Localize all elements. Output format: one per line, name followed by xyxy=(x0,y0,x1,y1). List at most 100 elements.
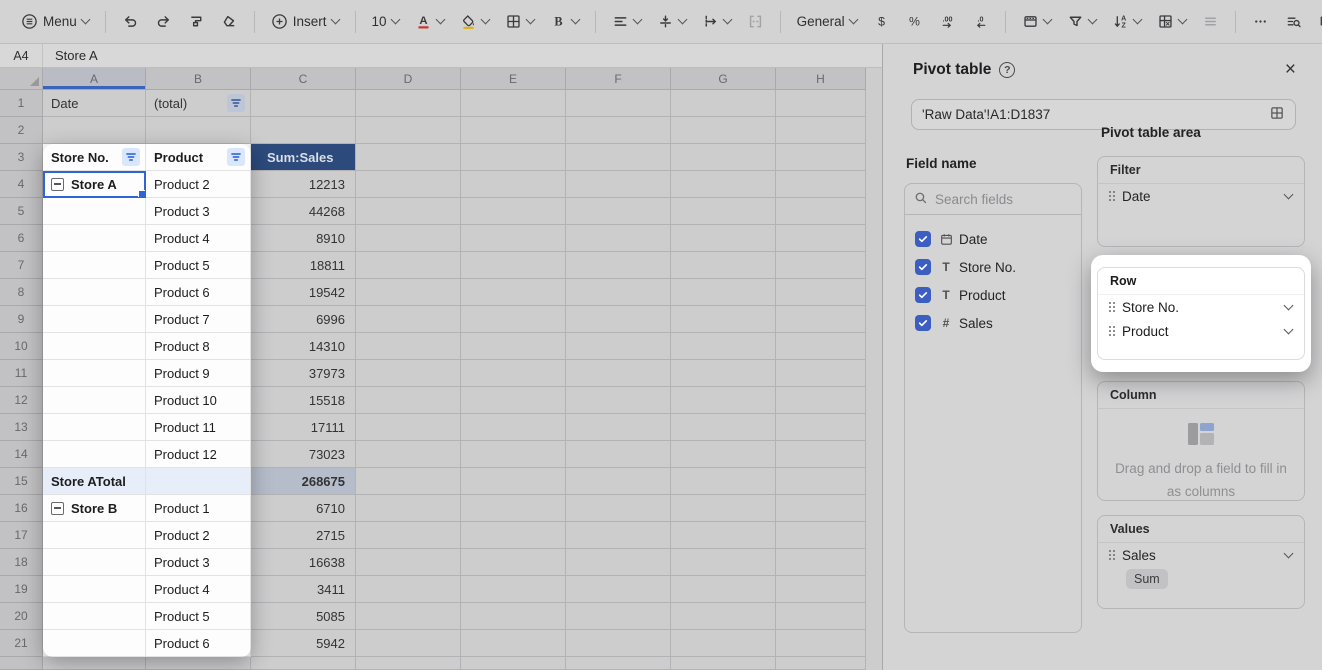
cell-B17[interactable]: Product 2 xyxy=(146,522,251,549)
row-header-9[interactable]: 9 xyxy=(0,306,43,333)
drag-handle-icon[interactable] xyxy=(1108,190,1116,202)
row-header-14[interactable]: 14 xyxy=(0,441,43,468)
cell-B1[interactable]: (total) xyxy=(146,90,251,117)
horizontal-align-button[interactable] xyxy=(605,8,648,35)
row-header-10[interactable]: 10 xyxy=(0,333,43,360)
cell-D3[interactable] xyxy=(356,144,461,171)
cell-D7[interactable] xyxy=(356,252,461,279)
cell-C4[interactable]: 12213 xyxy=(251,171,356,198)
field-item-store-no-[interactable]: TStore No. xyxy=(915,253,1071,281)
row-header-13[interactable]: 13 xyxy=(0,414,43,441)
cell-H10[interactable] xyxy=(776,333,866,360)
cell-F17[interactable] xyxy=(566,522,671,549)
cell-B10[interactable]: Product 8 xyxy=(146,333,251,360)
cell-B9[interactable]: Product 7 xyxy=(146,306,251,333)
cell-F11[interactable] xyxy=(566,360,671,387)
cell-A20[interactable] xyxy=(43,603,146,630)
formula-input[interactable]: Store A xyxy=(43,44,98,67)
cell-G16[interactable] xyxy=(671,495,776,522)
column-header-G[interactable]: G xyxy=(671,68,776,90)
cell-B6[interactable]: Product 4 xyxy=(146,225,251,252)
cell-E8[interactable] xyxy=(461,279,566,306)
cell-F16[interactable] xyxy=(566,495,671,522)
cell-F6[interactable] xyxy=(566,225,671,252)
cell-H2[interactable] xyxy=(776,117,866,144)
cell-B14[interactable]: Product 12 xyxy=(146,441,251,468)
cell-C1[interactable] xyxy=(251,90,356,117)
cell-C14[interactable]: 73023 xyxy=(251,441,356,468)
checkbox-checked-icon[interactable] xyxy=(915,315,931,331)
cell-D21[interactable] xyxy=(356,630,461,657)
cell-G2[interactable] xyxy=(671,117,776,144)
cell-D11[interactable] xyxy=(356,360,461,387)
cell-E13[interactable] xyxy=(461,414,566,441)
select-all-corner[interactable] xyxy=(0,68,43,90)
cell-H16[interactable] xyxy=(776,495,866,522)
cell-E9[interactable] xyxy=(461,306,566,333)
cell-A10[interactable] xyxy=(43,333,146,360)
comment-button[interactable] xyxy=(1311,8,1322,35)
find-replace-button[interactable] xyxy=(1278,8,1309,35)
cell-Ex[interactable] xyxy=(461,657,566,670)
cell-E12[interactable] xyxy=(461,387,566,414)
column-header-B[interactable]: B xyxy=(146,68,251,90)
cell-A4[interactable]: Store A xyxy=(43,171,146,198)
cell-B19[interactable]: Product 4 xyxy=(146,576,251,603)
cell-F20[interactable] xyxy=(566,603,671,630)
cell-B20[interactable]: Product 5 xyxy=(146,603,251,630)
row-header-2[interactable]: 2 xyxy=(0,117,43,144)
cell-B11[interactable]: Product 9 xyxy=(146,360,251,387)
cell-C11[interactable]: 37973 xyxy=(251,360,356,387)
cell-B2[interactable] xyxy=(146,117,251,144)
cell-G14[interactable] xyxy=(671,441,776,468)
values-section-item-sales[interactable]: Sales xyxy=(1098,543,1304,567)
cell-A6[interactable] xyxy=(43,225,146,252)
cell-A19[interactable] xyxy=(43,576,146,603)
row-header-7[interactable]: 7 xyxy=(0,252,43,279)
cell-F19[interactable] xyxy=(566,576,671,603)
cell-A8[interactable] xyxy=(43,279,146,306)
cell-Cx[interactable] xyxy=(251,657,356,670)
borders-button[interactable] xyxy=(498,8,541,35)
cell-H6[interactable] xyxy=(776,225,866,252)
vertical-align-button[interactable] xyxy=(650,8,693,35)
cell-D15[interactable] xyxy=(356,468,461,495)
cell-F3[interactable] xyxy=(566,144,671,171)
cell-D2[interactable] xyxy=(356,117,461,144)
row-header-15[interactable]: 15 xyxy=(0,468,43,495)
cell-G15[interactable] xyxy=(671,468,776,495)
row-header-5[interactable]: 5 xyxy=(0,198,43,225)
cell-F2[interactable] xyxy=(566,117,671,144)
cell-A1[interactable]: Date xyxy=(43,90,146,117)
cell-A9[interactable] xyxy=(43,306,146,333)
cell-H14[interactable] xyxy=(776,441,866,468)
cell-G11[interactable] xyxy=(671,360,776,387)
cell-H7[interactable] xyxy=(776,252,866,279)
column-header-D[interactable]: D xyxy=(356,68,461,90)
sort-button[interactable]: AZ xyxy=(1105,8,1148,35)
cell-E5[interactable] xyxy=(461,198,566,225)
cell-E20[interactable] xyxy=(461,603,566,630)
cell-B21[interactable]: Product 6 xyxy=(146,630,251,657)
cell-E18[interactable] xyxy=(461,549,566,576)
aggregation-chip[interactable]: Sum xyxy=(1126,569,1168,589)
cell-G9[interactable] xyxy=(671,306,776,333)
drag-handle-icon[interactable] xyxy=(1108,325,1116,337)
cell-B15[interactable] xyxy=(146,468,251,495)
cell-E4[interactable] xyxy=(461,171,566,198)
cell-Ax[interactable] xyxy=(43,657,146,670)
cell-F15[interactable] xyxy=(566,468,671,495)
checkbox-checked-icon[interactable] xyxy=(915,231,931,247)
cell-C21[interactable]: 5942 xyxy=(251,630,356,657)
cell-C15[interactable]: 268675 xyxy=(251,468,356,495)
cell-B18[interactable]: Product 3 xyxy=(146,549,251,576)
cell-D17[interactable] xyxy=(356,522,461,549)
cell-A18[interactable] xyxy=(43,549,146,576)
cell-A7[interactable] xyxy=(43,252,146,279)
column-header-E[interactable]: E xyxy=(461,68,566,90)
cell-G19[interactable] xyxy=(671,576,776,603)
cell-A17[interactable] xyxy=(43,522,146,549)
cell-H11[interactable] xyxy=(776,360,866,387)
percent-format-button[interactable]: % xyxy=(899,8,930,35)
field-item-product[interactable]: TProduct xyxy=(915,281,1071,309)
